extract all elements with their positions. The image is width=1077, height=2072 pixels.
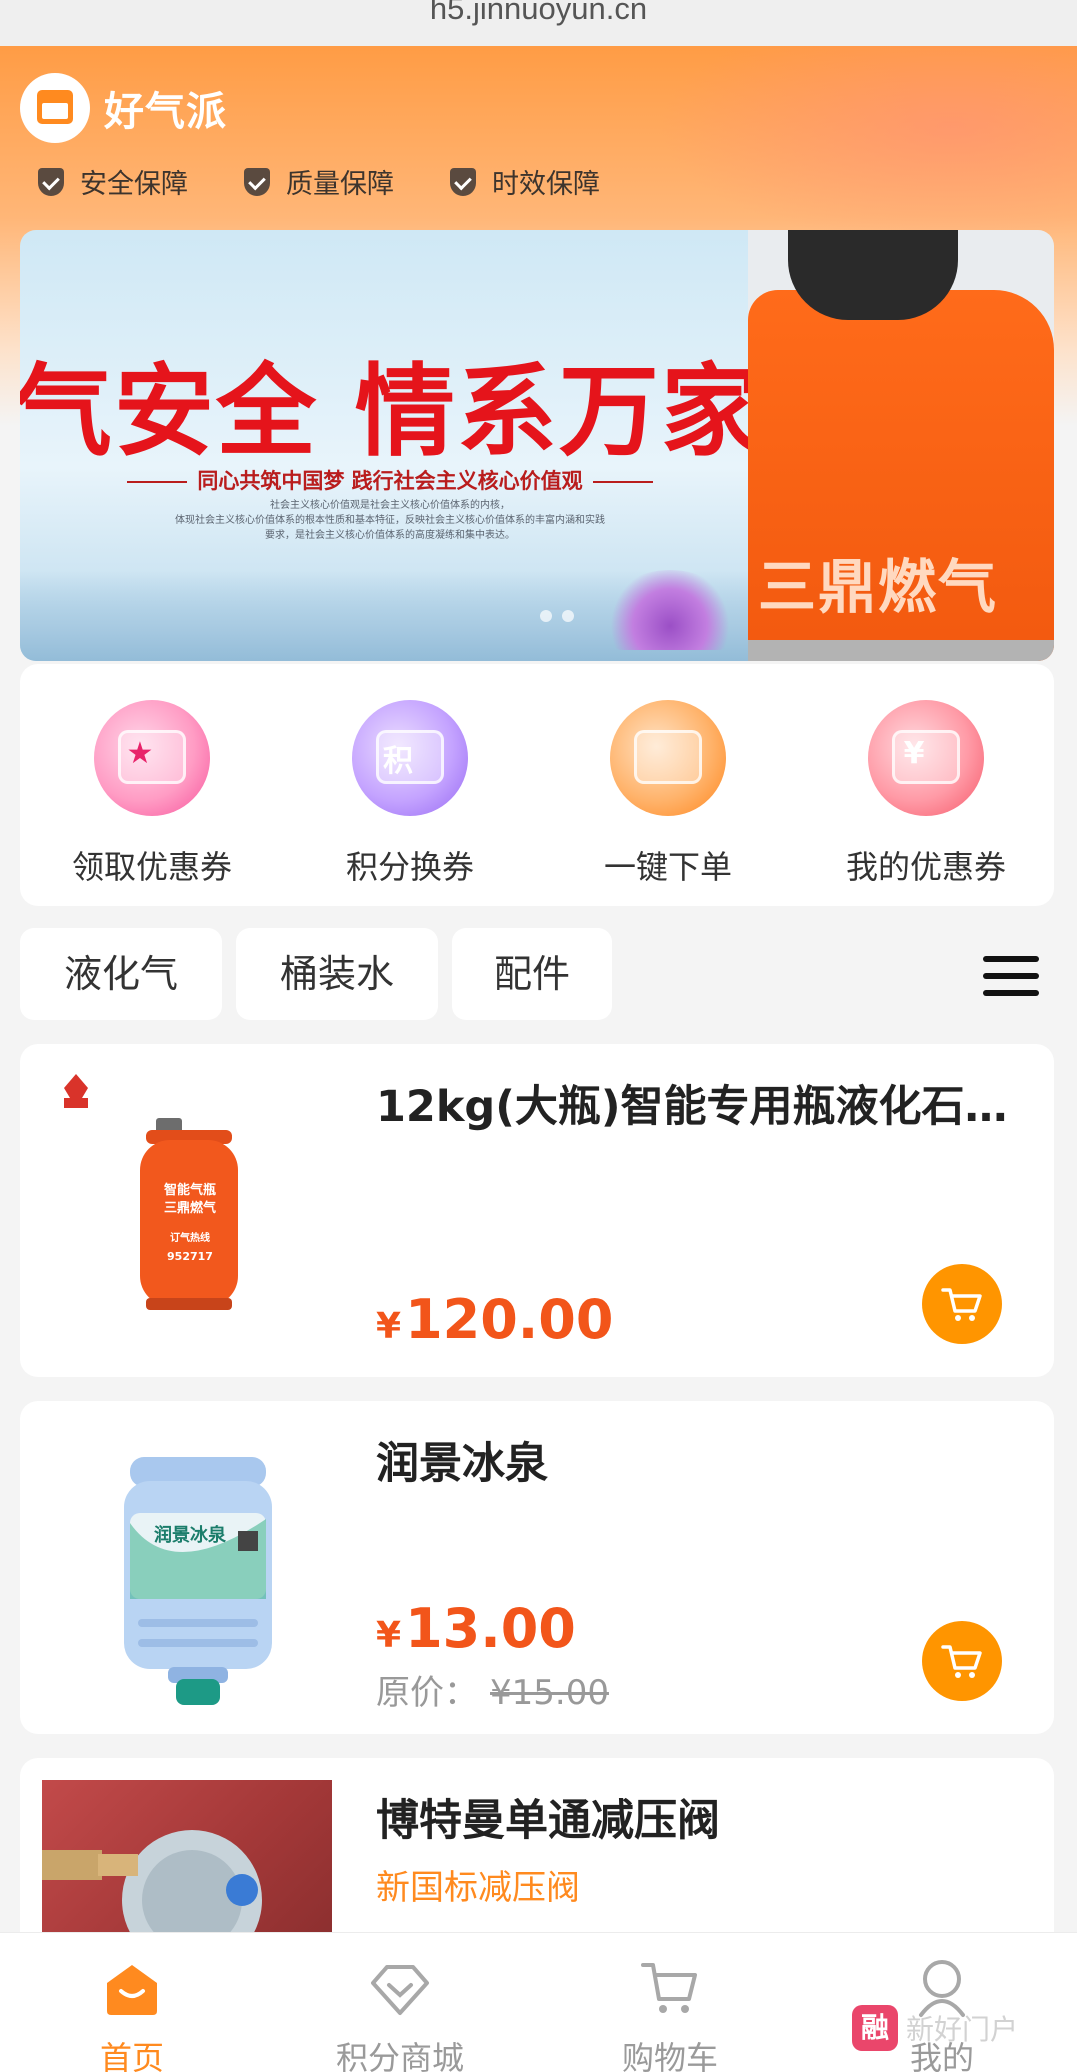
watermark-text: 新好门户 <box>906 2013 1019 2046</box>
nav-label: 首页 <box>99 2039 164 2072</box>
my-coupon-icon: ¥ <box>868 700 984 816</box>
watermark: 融 新好门户 <box>852 2005 1018 2051</box>
nav-home[interactable]: 首页 <box>32 1957 232 2072</box>
banner-flower <box>610 570 730 650</box>
promo-banner[interactable]: 气安全 情系万家 同心共筑中国梦 践行社会主义核心价值观 社会主义核心价值观是社… <box>20 230 1054 661</box>
cylinder-label: 智能气瓶 三鼎燃气 订气热线 952717 <box>163 1183 216 1263</box>
quick-action-label: 积分换券 <box>345 848 474 886</box>
guarantee-item: 安全保障 <box>38 162 188 201</box>
quick-action-points-coupon[interactable]: 积 积分换券 <box>290 700 530 888</box>
quick-actions-card: ★ 领取优惠券 积 积分换券 一键下单 ¥ 我的优惠券 <box>20 664 1054 906</box>
cart-icon <box>639 1957 701 2019</box>
one-click-order-icon <box>610 700 726 816</box>
orange-jacket: 三鼎燃气 <box>748 290 1054 661</box>
points-mall-icon <box>369 1957 431 2019</box>
product-subtitle: 新国标减压阀 <box>376 1868 580 1908</box>
points-coupon-icon: 积 <box>352 700 468 816</box>
water-bottle-image: 润景冰泉 <box>42 1423 332 1713</box>
menu-icon[interactable] <box>983 956 1039 1000</box>
banner-worker-photo: 三鼎燃气 <box>748 230 1054 661</box>
quick-action-one-click-order[interactable]: 一键下单 <box>548 700 788 888</box>
product-name: 润景冰泉 <box>376 1439 548 1489</box>
worker-head <box>788 230 958 320</box>
product-price: ¥13.00 <box>376 1597 576 1660</box>
tab-lpg[interactable]: 液化气 <box>20 928 222 1020</box>
url-text: h5.jinnuoyun.cn <box>429 0 648 26</box>
nav-points-mall[interactable]: 积分商城 <box>300 1957 500 2072</box>
add-to-cart-button[interactable] <box>922 1264 1002 1344</box>
banner-poster: 气安全 情系万家 同心共筑中国梦 践行社会主义核心价值观 社会主义核心价值观是社… <box>20 230 761 661</box>
coupon-star-icon: ★ <box>94 700 210 816</box>
brand-name: 好气派 <box>104 89 227 135</box>
quick-action-label: 我的优惠券 <box>845 848 1006 886</box>
watermark-badge: 融 <box>852 2005 898 2051</box>
nav-label: 积分商城 <box>335 2039 464 2072</box>
product-name: 12kg(大瓶)智能专用瓶液化石油气 <box>376 1082 1036 1132</box>
quick-action-label: 一键下单 <box>603 848 732 886</box>
pressure-valve-image <box>42 1780 332 1970</box>
quick-action-my-coupons[interactable]: ¥ 我的优惠券 <box>806 700 1046 888</box>
nav-cart[interactable]: 购物车 <box>570 1957 770 2072</box>
tab-bottled-water[interactable]: 桶装水 <box>236 928 438 1020</box>
cart-icon <box>941 1645 982 1678</box>
home-icon <box>101 1957 163 2019</box>
guarantee-item: 质量保障 <box>244 162 394 201</box>
gas-cylinder-image: 智能气瓶 三鼎燃气 订气热线 952717 <box>42 1066 332 1356</box>
shop-logo-icon <box>20 73 90 143</box>
brand: 好气派 <box>20 73 227 143</box>
product-price: ¥120.00 <box>376 1288 614 1351</box>
bottom-nav: 首页 积分商城 购物车 我的 <box>0 1932 1077 2072</box>
banner-pagination-dots[interactable] <box>540 610 584 622</box>
product-card[interactable]: 润景冰泉 润景冰泉 ¥13.00 原价： ¥15.00 <box>20 1401 1054 1734</box>
guarantee-list: 安全保障 质量保障 时效保障 <box>38 162 656 201</box>
cart-icon <box>941 1288 982 1321</box>
bottle-label: 润景冰泉 <box>154 1525 226 1546</box>
guarantee-item: 时效保障 <box>450 162 600 201</box>
quick-action-claim-coupon[interactable]: ★ 领取优惠券 <box>32 700 272 888</box>
add-to-cart-button[interactable] <box>922 1621 1002 1701</box>
quick-action-label: 领取优惠券 <box>71 848 232 886</box>
category-tabs: 液化气 桶装水 配件 <box>20 928 626 1020</box>
shield-check-icon <box>38 167 64 196</box>
jacket-text: 三鼎燃气 <box>758 553 999 621</box>
guarantee-label: 质量保障 <box>286 169 394 200</box>
banner-body: 社会主义核心价值观是社会主义核心价值体系的内核， 体现社会主义核心价值体系的根本… <box>175 500 605 541</box>
shield-check-icon <box>244 167 270 196</box>
original-price: 原价： ¥15.00 <box>376 1673 609 1713</box>
tab-accessories[interactable]: 配件 <box>452 928 612 1020</box>
banner-subtitle: 同心共筑中国梦 践行社会主义核心价值观 <box>70 465 710 495</box>
browser-url-bar[interactable]: h5.jinnuoyun.cn <box>0 0 1077 46</box>
guarantee-label: 安全保障 <box>80 169 188 200</box>
guarantee-label: 时效保障 <box>492 169 600 200</box>
nav-label: 购物车 <box>621 2039 718 2072</box>
product-card[interactable]: 智能气瓶 三鼎燃气 订气热线 952717 12kg(大瓶)智能专用瓶液化石油气… <box>20 1044 1054 1377</box>
shield-check-icon <box>450 167 476 196</box>
product-name: 博特曼单通减压阀 <box>376 1796 720 1846</box>
banner-title: 气安全 情系万家 <box>20 353 763 470</box>
